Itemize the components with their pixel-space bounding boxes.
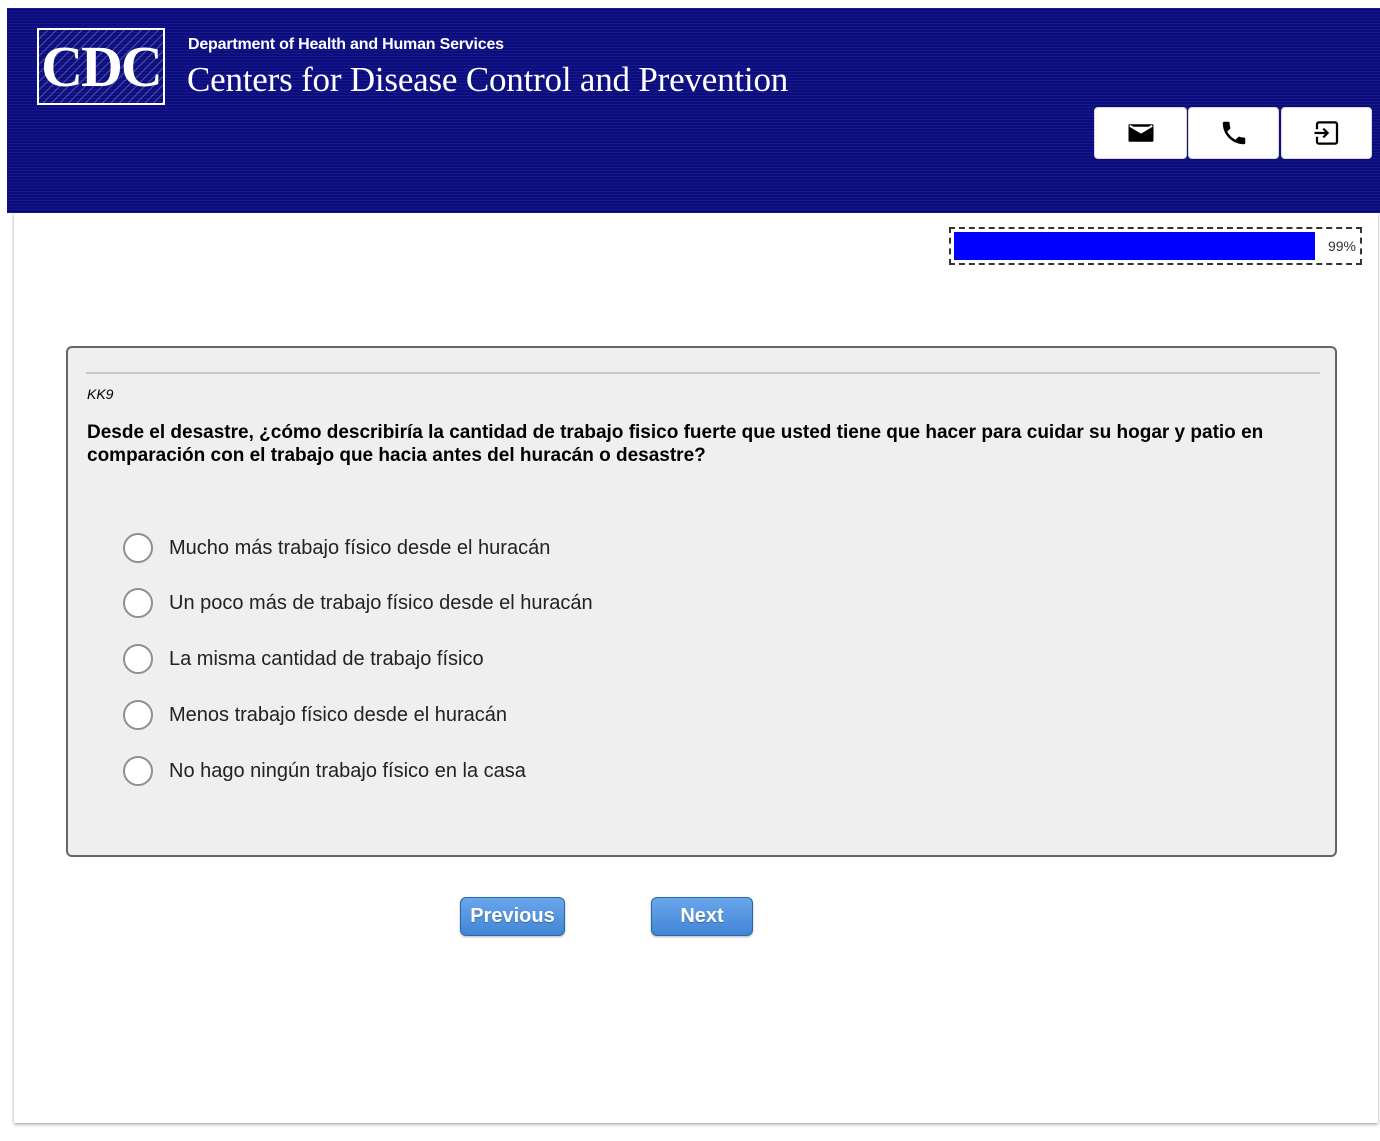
answer-option[interactable]: Menos trabajo físico desde el huracán <box>123 698 507 732</box>
cdc-logo-text: CDC <box>41 34 163 99</box>
radio-button[interactable] <box>123 533 153 563</box>
answer-option-label: Menos trabajo físico desde el huracán <box>169 703 507 726</box>
answer-option-label: Mucho más trabajo físico desde el huracá… <box>169 536 551 559</box>
progress-fill <box>954 232 1315 260</box>
progress-bar: 99% <box>949 227 1362 265</box>
exit-icon <box>1314 121 1338 145</box>
answer-option-label: Un poco más de trabajo físico desde el h… <box>169 591 593 614</box>
answer-option[interactable]: Mucho más trabajo físico desde el huracá… <box>123 531 550 565</box>
answer-option[interactable]: Un poco más de trabajo físico desde el h… <box>123 586 593 620</box>
radio-button[interactable] <box>123 700 153 730</box>
agency-name: Centers for Disease Control and Preventi… <box>187 60 789 99</box>
question-id: KK9 <box>87 386 114 402</box>
question-text: Desde el desastre, ¿cómo describiría la … <box>87 422 1264 466</box>
radio-button[interactable] <box>123 588 153 618</box>
answer-option-label: No hago ningún trabajo físico en la casa <box>169 759 526 782</box>
progress-label: 99% <box>1327 238 1356 254</box>
next-button[interactable]: Next <box>651 897 753 936</box>
phone-button[interactable] <box>1188 107 1279 159</box>
cdc-logo: CDC <box>37 28 165 105</box>
mail-icon <box>1128 124 1153 142</box>
question-panel: KK9 Desde el desastre, ¿cómo describiría… <box>66 346 1337 857</box>
department-name: Department of Health and Human Services <box>188 36 504 53</box>
phone-icon <box>1222 121 1245 145</box>
email-button[interactable] <box>1094 107 1187 159</box>
radio-button[interactable] <box>123 756 153 786</box>
answer-option-label: La misma cantidad de trabajo físico <box>169 647 484 670</box>
previous-button[interactable]: Previous <box>460 897 565 936</box>
divider <box>86 372 1320 374</box>
answer-option[interactable]: La misma cantidad de trabajo físico <box>123 642 484 676</box>
exit-button[interactable] <box>1281 107 1372 159</box>
site-header: CDC Department of Health and Human Servi… <box>7 8 1380 213</box>
answer-option[interactable]: No hago ningún trabajo físico en la casa <box>123 754 526 788</box>
radio-button[interactable] <box>123 644 153 674</box>
